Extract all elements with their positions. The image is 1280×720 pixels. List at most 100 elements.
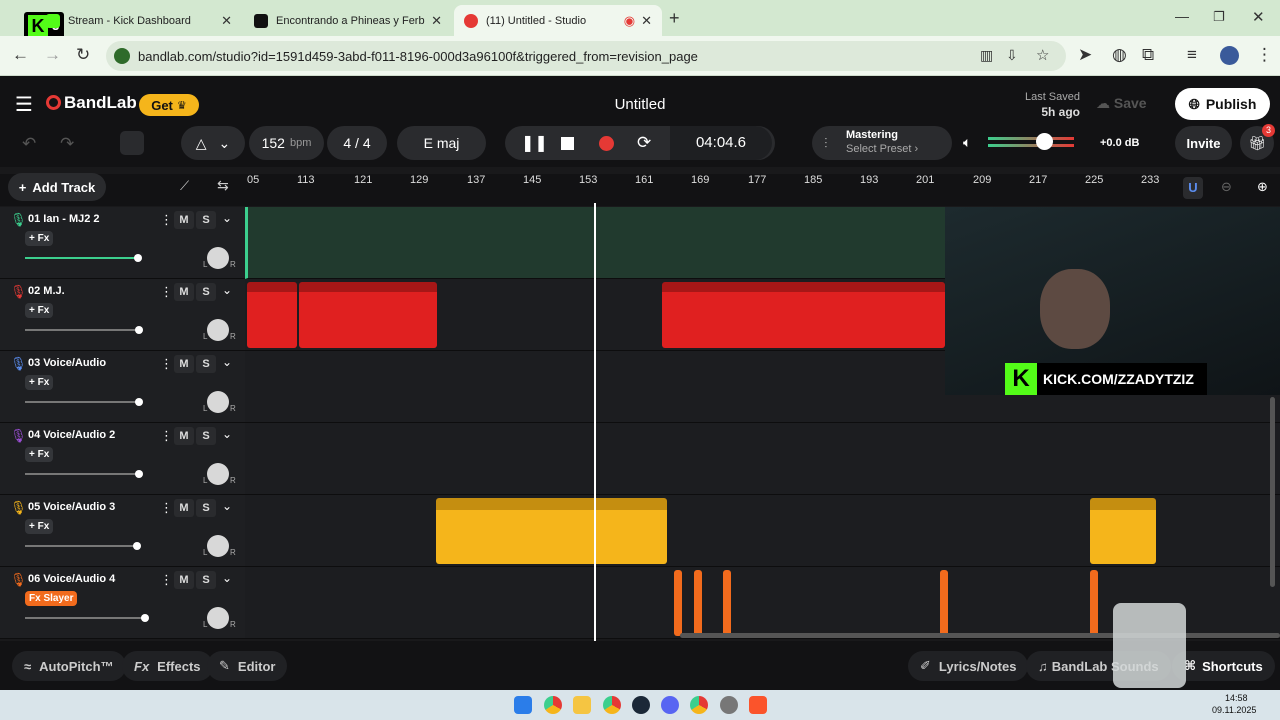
more-options-icon[interactable]: ⋮	[160, 500, 173, 516]
track-volume-slider[interactable]	[25, 257, 137, 259]
solo-button[interactable]: S	[196, 499, 216, 517]
solo-button[interactable]: S	[196, 283, 216, 301]
invite-button[interactable]: Invite	[1175, 126, 1232, 160]
pan-knob[interactable]	[207, 535, 229, 557]
volume-handle[interactable]	[135, 470, 143, 478]
mute-button[interactable]: M	[174, 499, 194, 517]
tab-phineas-ferb[interactable]: Encontrando a Phineas y Ferb en D ✕	[244, 5, 452, 36]
track-header-05[interactable]: 🎙︎ 05 Voice/Audio 3 ⋮ M S ⌄ + Fx L R	[0, 495, 245, 567]
back-icon[interactable]: ←	[12, 45, 29, 65]
record-icon[interactable]	[599, 135, 614, 151]
pan-knob[interactable]	[207, 607, 229, 629]
redo-icon[interactable]: ↷	[60, 134, 74, 154]
get-membership-button[interactable]: Get ♛	[139, 94, 199, 116]
fx-button[interactable]: + Fx	[25, 375, 54, 390]
media-controls-icon[interactable]: ≡	[1187, 45, 1197, 65]
more-menu-icon[interactable]: ⋮	[1256, 45, 1273, 65]
new-tab-icon[interactable]: +	[669, 8, 680, 29]
audio-clip[interactable]	[299, 282, 437, 348]
track-name[interactable]: 03 Voice/Audio	[28, 357, 106, 369]
more-options-icon[interactable]: ⋮	[160, 356, 173, 372]
taskbar-time[interactable]: 14:58	[1225, 693, 1248, 703]
tab-untitled-studio[interactable]: (11) Untitled - Studio ◉ ✕	[454, 5, 662, 36]
track-header-03[interactable]: 🎙︎ 03 Voice/Audio ⋮ M S ⌄ + Fx L R	[0, 351, 245, 423]
autopitch-button[interactable]: ≈ AutoPitch™	[12, 651, 126, 681]
send-icon[interactable]: ➤	[1078, 45, 1092, 65]
reader-mode-icon[interactable]: ▥	[980, 47, 993, 64]
pan-knob[interactable]	[207, 391, 229, 413]
mastering-button[interactable]: ⫶ Mastering Select Preset ›	[812, 126, 952, 160]
solo-button[interactable]: S	[196, 427, 216, 445]
audio-clip[interactable]	[674, 570, 682, 636]
track-header-01[interactable]: 🎙︎ 01 Ian - MJ2 2 ⋮ M S ⌄ + Fx L R	[0, 207, 245, 279]
minimize-icon[interactable]: —	[1175, 8, 1189, 24]
solo-button[interactable]: S	[196, 211, 216, 229]
solo-button[interactable]: S	[196, 571, 216, 589]
tab-kick-dashboard[interactable]: Stream - Kick Dashboard ✕	[36, 5, 242, 36]
more-options-icon[interactable]: ⋮	[160, 572, 173, 588]
time-signature-field[interactable]: 4 / 4	[327, 126, 387, 160]
undo-icon[interactable]: ↶	[22, 134, 36, 154]
track-volume-slider[interactable]	[25, 617, 145, 619]
audio-clip[interactable]	[436, 498, 667, 564]
extension-ext-icon[interactable]: ◍	[1112, 45, 1127, 65]
extensions-puzzle-icon[interactable]: ⧉	[1142, 45, 1154, 65]
project-title[interactable]: Untitled	[590, 96, 690, 113]
chrome-active-icon[interactable]	[603, 696, 621, 714]
forward-icon[interactable]: →	[44, 45, 61, 65]
lyrics-notes-button[interactable]: ✐ Lyrics/Notes	[908, 651, 1029, 681]
fx-button[interactable]: + Fx	[25, 303, 54, 318]
track-volume-slider[interactable]	[25, 401, 138, 403]
loop-icon[interactable]: ⟳	[637, 133, 651, 153]
horizontal-scrollbar[interactable]	[680, 633, 1280, 638]
pan-knob[interactable]	[207, 247, 229, 269]
discord-icon[interactable]	[661, 696, 679, 714]
mute-button[interactable]: M	[174, 283, 194, 301]
chrome-icon[interactable]	[544, 696, 562, 714]
fx-button[interactable]: + Fx	[25, 231, 54, 246]
audio-clip[interactable]	[662, 282, 945, 348]
mixer-icon[interactable]	[120, 131, 144, 155]
url-field[interactable]: bandlab.com/studio?id=1591d459-3abd-f011…	[106, 41, 1066, 71]
close-icon[interactable]: ✕	[221, 13, 232, 29]
volume-handle[interactable]	[133, 542, 141, 550]
save-button[interactable]: ☁ Save	[1096, 95, 1147, 112]
chevron-down-icon[interactable]: ⌄	[222, 571, 232, 585]
audio-clip[interactable]	[247, 282, 297, 348]
close-icon[interactable]: ✕	[641, 13, 652, 29]
chevron-down-icon[interactable]: ⌄	[222, 499, 232, 513]
effects-button[interactable]: Fx Effects	[122, 651, 213, 681]
track-header-04[interactable]: 🎙︎ 04 Voice/Audio 2 ⋮ M S ⌄ + Fx L R	[0, 423, 245, 495]
fx-slayer-button[interactable]: Fx Slayer	[25, 591, 78, 606]
track-header-06[interactable]: 🎙︎ 06 Voice/Audio 4 ⋮ M S ⌄ Fx Slayer L …	[0, 567, 245, 639]
metronome-control[interactable]: △ ⌄	[181, 126, 245, 160]
zoom-in-icon[interactable]: ⊕	[1257, 179, 1268, 195]
shortcuts-button[interactable]: ⌘ Shortcuts	[1172, 651, 1275, 681]
track-name[interactable]: 05 Voice/Audio 3	[28, 501, 115, 513]
solo-button[interactable]: S	[196, 355, 216, 373]
audio-clip[interactable]	[940, 570, 948, 636]
chrome-profile-icon[interactable]	[690, 696, 708, 714]
more-options-icon[interactable]: ⋮	[160, 284, 173, 300]
volume-knob[interactable]	[1036, 133, 1053, 150]
speaker-icon[interactable]: 🔈︎	[963, 134, 971, 151]
taskbar-date[interactable]: 09.11.2025	[1212, 705, 1256, 715]
steam-icon[interactable]	[632, 696, 650, 714]
chevron-down-icon[interactable]: ⌄	[222, 283, 232, 297]
track-volume-slider[interactable]	[25, 473, 138, 475]
publish-button[interactable]: 🌐︎ Publish	[1175, 88, 1270, 120]
playhead[interactable]	[594, 203, 596, 641]
track-lane-05[interactable]	[245, 495, 1280, 567]
fx-button[interactable]: + Fx	[25, 519, 54, 534]
track-volume-slider[interactable]	[25, 329, 138, 331]
reload-icon[interactable]: ↻	[76, 45, 90, 65]
automation-icon[interactable]: ⟋	[180, 178, 189, 194]
gift-button[interactable]: 🎁︎ 3	[1240, 124, 1275, 160]
steelseries-icon[interactable]	[720, 696, 738, 714]
zoom-out-icon[interactable]: ⊖	[1221, 179, 1232, 195]
volume-handle[interactable]	[135, 398, 143, 406]
add-track-button[interactable]: + Add Track	[8, 173, 106, 201]
track-volume-slider[interactable]	[25, 545, 137, 547]
audio-clip[interactable]	[1090, 498, 1156, 564]
track-settings-icon[interactable]: ⇆	[217, 177, 229, 194]
